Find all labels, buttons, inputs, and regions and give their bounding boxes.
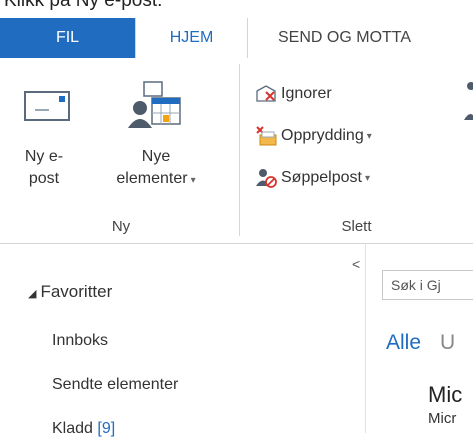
message-subject: Micr [428,410,457,427]
delete-icon[interactable] [462,80,473,140]
chevron-down-icon: ▾ [366,130,372,142]
filter-unread[interactable]: U [440,331,455,355]
cleanup-icon [255,125,277,147]
instruction-caption: Klikk på Ny e-post: [4,0,163,11]
chevron-down-icon: ▾ [364,172,370,184]
collapse-pane-icon[interactable]: < [352,256,360,272]
new-email-label-line1: Ny e- [24,148,64,165]
ribbon: Ny e- post Nye elementer ▾ Ny Ignorer Op… [0,58,473,244]
junk-label: Søppelpost [281,169,362,186]
group-label-delete: Slett [341,218,372,235]
folder-inbox[interactable]: Innboks [52,332,108,350]
new-items-button[interactable]: Nye elementer ▾ [80,58,232,208]
ignore-icon [255,83,277,105]
junk-button[interactable]: Søppelpost ▾ [255,164,370,192]
search-input[interactable]: Søk i Gj [382,270,473,300]
new-email-button[interactable]: Ny e- post [10,58,78,208]
new-items-icon [128,81,181,128]
favorites-label: Favoritter [40,282,113,301]
group-label-new: Ny [111,218,131,235]
favorites-header[interactable]: ◢ Favoritter [28,282,112,302]
folder-drafts-label: Kladd [52,420,93,437]
tab-home[interactable]: HJEM [135,18,248,59]
ignore-label: Ignorer [281,85,332,102]
new-items-label-line1: Nye [141,148,171,165]
filter-all[interactable]: Alle [386,331,421,355]
cleanup-label: Opprydding [281,127,364,144]
group-separator [239,64,240,236]
new-email-label-line2: post [28,170,60,187]
tab-send-receive[interactable]: SEND OG MOTTA [248,18,473,58]
drafts-count-badge: [9] [97,420,116,437]
expand-triangle-icon: ◢ [28,288,37,300]
pane-divider[interactable] [365,244,366,433]
cleanup-button[interactable]: Opprydding ▾ [255,122,372,150]
ribbon-tab-bar: FIL HJEM SEND OG MOTTA [0,18,473,59]
folder-sent[interactable]: Sendte elementer [52,376,178,394]
junk-icon [255,167,277,189]
folder-drafts[interactable]: Kladd [9] [52,420,115,438]
message-sender[interactable]: Mic [428,382,462,408]
envelope-icon [24,91,70,121]
chevron-down-icon: ▾ [190,175,196,186]
new-items-label-line2: elementer [116,170,188,187]
ignore-button[interactable]: Ignorer [255,80,332,108]
tab-file[interactable]: FIL [0,18,135,58]
